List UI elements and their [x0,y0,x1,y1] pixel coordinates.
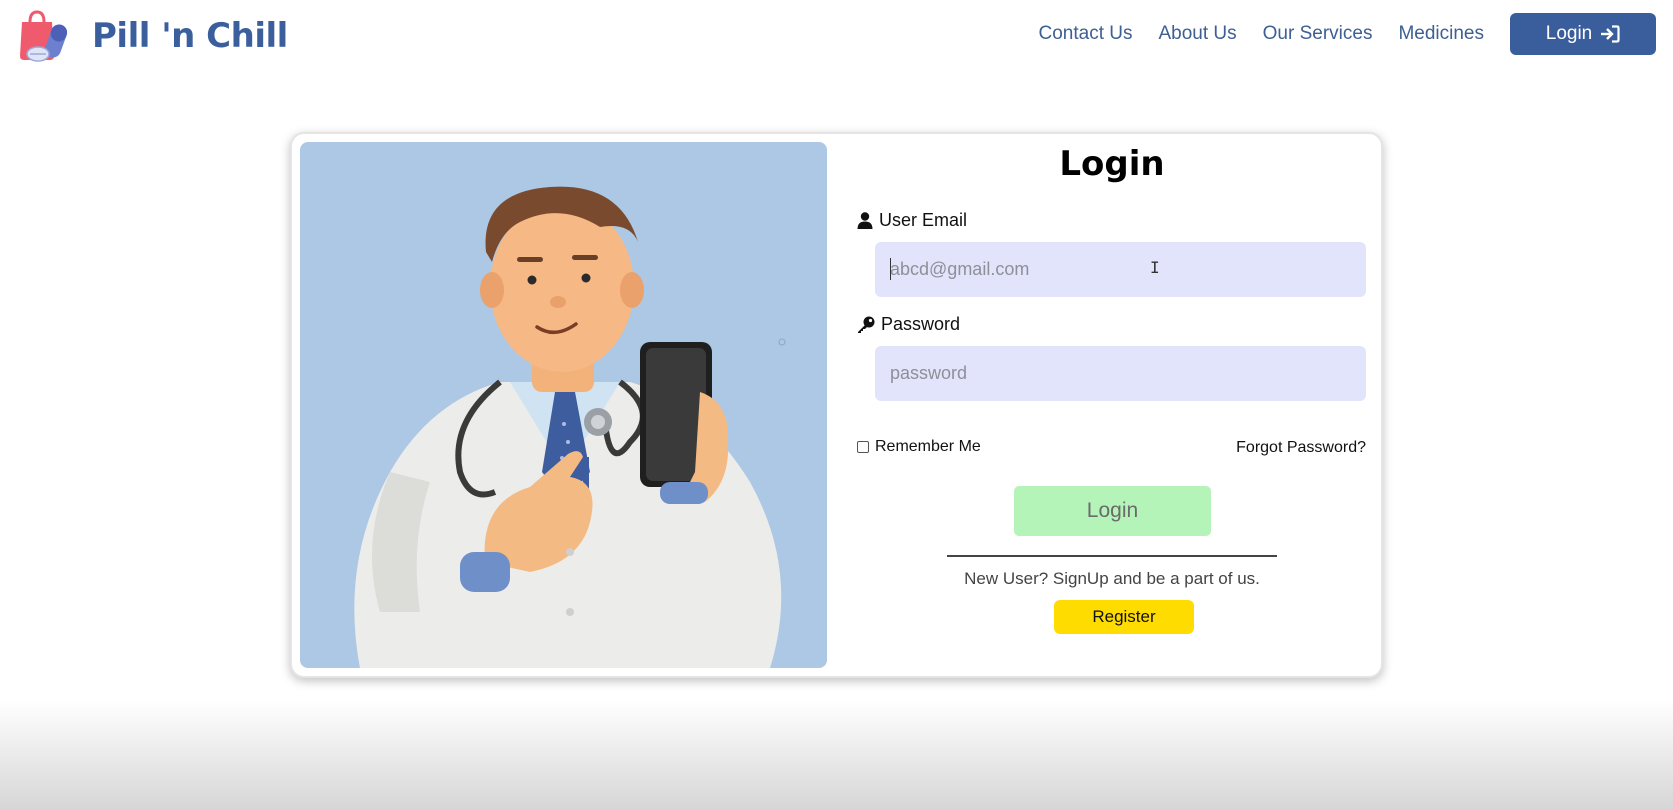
brand[interactable]: Pill 'n Chill [16,10,288,62]
form-title: Login [1059,144,1165,184]
nav-link-our-services[interactable]: Our Services [1263,23,1373,45]
pill-logo-icon [16,10,72,62]
nav-login-label: Login [1545,23,1593,44]
email-field[interactable] [875,242,1366,297]
text-cursor-icon: I [1150,258,1160,277]
doctor-illustration [300,142,827,668]
nav-link-medicines[interactable]: Medicines [1398,23,1484,45]
page-bottom-fade [0,700,1673,810]
text-caret [890,258,891,280]
user-icon [857,212,873,229]
navbar: Pill 'n Chill Contact Us About Us Our Se… [0,0,1673,72]
remember-me[interactable]: Remember Me [857,438,981,456]
nav-login-button[interactable]: Login [1510,13,1656,55]
signup-prompt: New User? SignUp and be a part of us. [964,569,1260,588]
nav-link-about-us[interactable]: About Us [1158,23,1236,45]
password-label: Password [857,314,960,335]
sign-in-icon [1601,25,1620,43]
login-submit-button[interactable]: Login [1014,486,1211,536]
key-icon [858,316,875,333]
forgot-password-link[interactable]: Forgot Password? [1236,439,1366,457]
password-label-text: Password [881,314,961,334]
register-button[interactable]: Register [1054,600,1194,634]
remember-me-label: Remember Me [875,438,981,455]
brand-name: Pill 'n Chill [92,16,288,56]
nav-link-contact-us[interactable]: Contact Us [1039,23,1133,45]
divider [947,555,1277,557]
login-form: Login User Email Password Remember Me Fo… [857,134,1367,676]
remember-me-checkbox[interactable] [857,441,869,453]
email-label-text: User Email [879,210,968,230]
email-label: User Email [857,210,967,231]
password-field[interactable] [875,346,1366,401]
nav-links: Contact Us About Us Our Services Medicin… [1039,12,1673,56]
login-card: Login User Email Password Remember Me Fo… [290,132,1383,678]
